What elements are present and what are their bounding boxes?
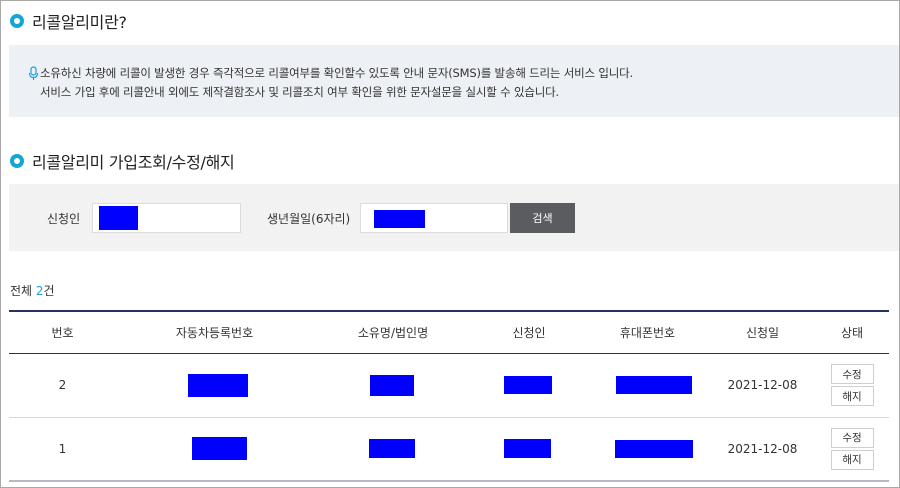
row-owner (313, 417, 473, 481)
applicant-input[interactable] (92, 203, 241, 233)
header-date: 신청일 (745, 325, 780, 340)
row-actions: 수정 해지 (815, 353, 889, 417)
table-header-row: 번호 자동차등록번호 소유명/법인명 신청인 휴대폰번호 신청일 상태 (9, 311, 889, 353)
header-owner: 소유명/법인명 (357, 325, 429, 340)
cancel-subscription-button[interactable]: 해지 (830, 449, 874, 470)
row-owner (313, 353, 473, 417)
section-title-intro: 리콜알리미란? (10, 9, 127, 33)
lookup-title: 리콜알리미 가입조회/수정/해지 (32, 153, 235, 172)
redacted-value (616, 376, 692, 394)
row-phone (585, 353, 710, 417)
row-number: 2 (58, 378, 67, 392)
row-plate (116, 417, 313, 481)
redacted-value (192, 437, 247, 461)
redacted-value (369, 374, 414, 396)
bullet-ring-icon (10, 14, 24, 28)
header-plate: 자동차등록번호 (175, 325, 254, 340)
bullet-ring-icon (10, 154, 24, 168)
notice-box: 소유하신 차량에 리콜이 발생한 경우 즉각적으로 리콜여부를 확인할수 있도록… (9, 45, 899, 117)
total-prefix: 전체 (10, 284, 36, 298)
redacted-value (504, 439, 551, 459)
total-suffix: 건 (43, 284, 55, 298)
total-count: 전체 2건 (10, 282, 55, 299)
section-title-lookup: 리콜알리미 가입조회/수정/해지 (10, 149, 235, 173)
header-number: 번호 (51, 325, 74, 340)
row-actions: 수정 해지 (815, 417, 889, 481)
birthdate-label: 생년월일(6자리) (267, 212, 351, 226)
redacted-value (368, 439, 415, 459)
row-plate (116, 353, 313, 417)
row-phone (585, 417, 710, 481)
redacted-value (187, 373, 248, 397)
search-button[interactable]: 검색 (510, 203, 575, 233)
intro-title: 리콜알리미란? (32, 13, 127, 32)
table-row: 2 2021-12-08 수정 해지 (9, 353, 889, 417)
edit-button[interactable]: 수정 (830, 364, 874, 384)
subscription-table: 번호 자동차등록번호 소유명/법인명 신청인 휴대폰번호 신청일 상태 2 20… (9, 310, 889, 482)
row-date: 2021-12-08 (727, 441, 798, 456)
cancel-subscription-button[interactable]: 해지 (830, 386, 874, 406)
redacted-value (374, 210, 425, 228)
edit-button[interactable]: 수정 (830, 427, 874, 448)
birthdate-input[interactable] (360, 203, 508, 233)
applicant-label: 신청인 (47, 212, 81, 226)
row-applicant (473, 417, 585, 481)
header-applicant: 신청인 (512, 325, 546, 340)
row-date: 2021-12-08 (727, 378, 798, 392)
row-number: 1 (58, 441, 67, 456)
microphone-icon (28, 66, 39, 80)
header-phone: 휴대폰번호 (619, 325, 676, 340)
notice-line-1: 소유하신 차량에 리콜이 발생한 경우 즉각적으로 리콜여부를 확인할수 있도록… (40, 66, 633, 80)
notice-line-2: 서비스 가입 후에 리콜안내 외에도 제작결함조사 및 리콜조치 여부 확인을 … (40, 85, 559, 99)
table-row: 1 2021-12-08 수정 해지 (9, 417, 889, 481)
search-panel: 신청인 생년월일(6자리) 검색 (9, 184, 899, 251)
total-number: 2 (35, 284, 44, 298)
redacted-value (615, 439, 693, 458)
redacted-value (99, 206, 138, 230)
row-applicant (473, 353, 585, 417)
redacted-value (504, 376, 552, 394)
header-status: 상태 (840, 325, 864, 340)
